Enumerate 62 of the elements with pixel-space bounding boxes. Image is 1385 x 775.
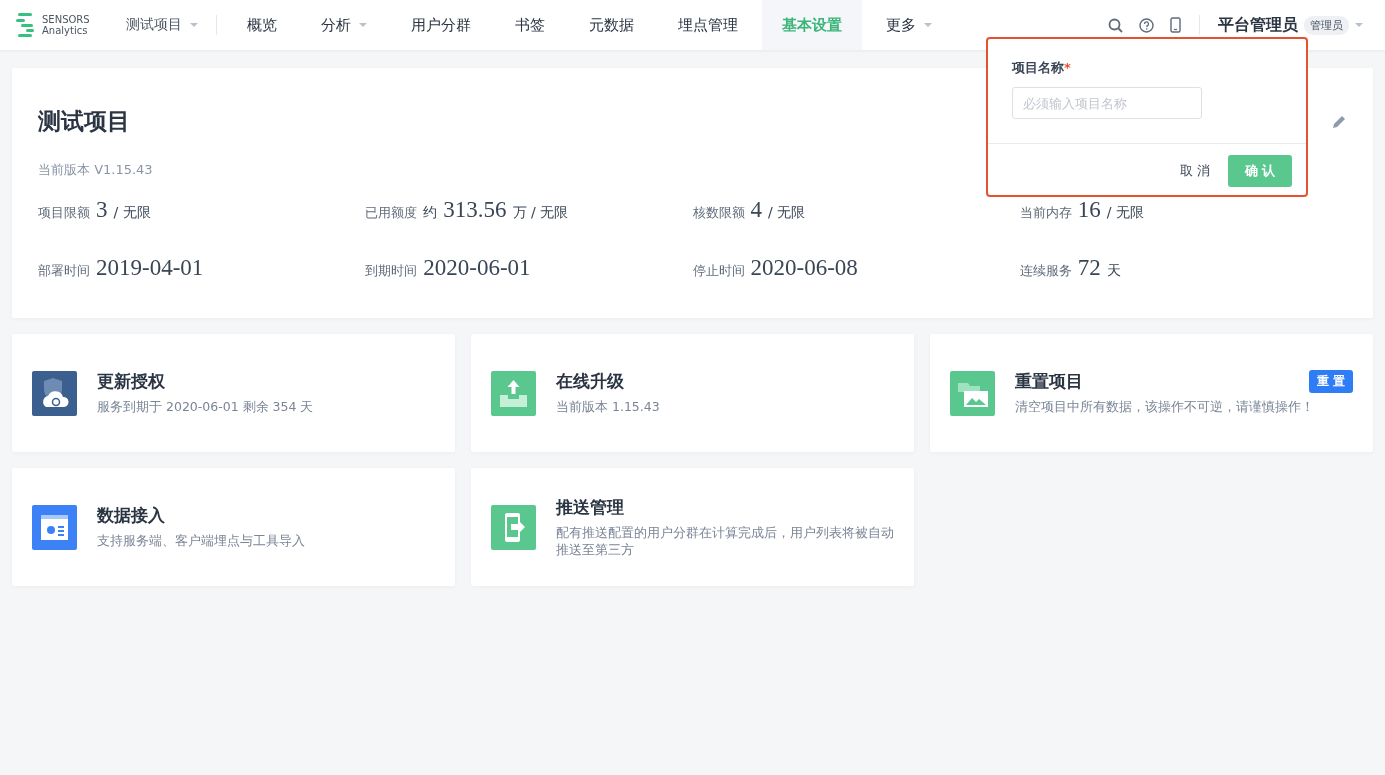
nav-tab[interactable]: 埋点管理 bbox=[658, 0, 758, 50]
stat-label: 部署时间 bbox=[38, 262, 90, 280]
upload-tray-icon bbox=[491, 370, 536, 416]
feature-title: 更新授权 bbox=[97, 370, 165, 394]
stat-label: 停止时间 bbox=[692, 262, 745, 280]
stat-label: 到期时间 bbox=[365, 262, 418, 280]
stat-suffix: 万 / 无限 bbox=[512, 204, 569, 222]
stat-suffix: / 无限 bbox=[1106, 204, 1144, 222]
browser-gear-icon bbox=[32, 504, 77, 550]
stat-prefix: 约 bbox=[423, 204, 438, 222]
feature-title: 数据接入 bbox=[97, 504, 165, 528]
stat-value: 16 bbox=[1077, 197, 1101, 223]
cancel-button[interactable]: 取 消 bbox=[1173, 156, 1216, 186]
stat-suffix: / 无限 bbox=[113, 204, 151, 222]
feature-description: 支持服务端、客户端埋点与工具导入 bbox=[97, 533, 306, 550]
stat-label: 项目限额 bbox=[38, 204, 90, 222]
nav-tab[interactable]: 书签 bbox=[495, 0, 565, 50]
logo-icon bbox=[16, 12, 36, 38]
feature-description: 清空项目中所有数据，该操作不可逆，请谨慎操作！ bbox=[1015, 399, 1315, 416]
logo-text: SENSORS Analytics bbox=[42, 14, 90, 36]
nav-tab[interactable]: 更多 bbox=[866, 0, 952, 50]
nav-tab[interactable]: 分析 bbox=[301, 0, 387, 50]
stat-label: 核数限额 bbox=[692, 204, 745, 222]
reset-button[interactable]: 重 置 bbox=[1308, 370, 1353, 394]
shield-cloud-icon bbox=[32, 370, 77, 416]
stat-value: 2019-04-01 bbox=[96, 255, 204, 281]
stat-value: 313.56 bbox=[443, 197, 507, 223]
feature-card[interactable]: 推送管理 配有推送配置的用户分群在计算完成后，用户列表将被自动推送至第三方 bbox=[471, 468, 914, 586]
feature-description: 配有推送配置的用户分群在计算完成后，用户列表将被自动推送至第三方 bbox=[556, 524, 894, 559]
search-icon[interactable] bbox=[1108, 17, 1123, 33]
stat-label: 当前内存 bbox=[1019, 204, 1072, 222]
nav-tab[interactable]: 用户分群 bbox=[391, 0, 491, 50]
feature-card[interactable]: 在线升级 当前版本 1.15.43 bbox=[471, 334, 914, 452]
nav-tab[interactable]: 元数据 bbox=[569, 0, 654, 50]
feature-description: 服务到期于 2020-06-01 剩余 354 天 bbox=[97, 399, 315, 416]
stat-value: 2020-06-08 bbox=[750, 255, 858, 281]
user-menu[interactable]: 平台管理员 管理员 bbox=[1200, 13, 1369, 37]
help-icon[interactable] bbox=[1139, 17, 1154, 33]
nav-tab[interactable]: 概览 bbox=[227, 0, 297, 50]
stat-value: 2020-06-01 bbox=[423, 255, 531, 281]
edit-icon[interactable] bbox=[1331, 113, 1347, 130]
feature-title: 重置项目 bbox=[1015, 370, 1083, 394]
field-label: 项目名称* bbox=[1012, 59, 1072, 77]
stat-value: 3 bbox=[96, 197, 108, 223]
stat-value: 72 bbox=[1077, 255, 1101, 281]
project-title: 测试项目 bbox=[38, 107, 130, 136]
feature-card[interactable]: 更新授权 服务到期于 2020-06-01 剩余 354 天 bbox=[12, 334, 455, 452]
mobile-icon[interactable] bbox=[1170, 17, 1181, 33]
feature-card[interactable]: 数据接入 支持服务端、客户端埋点与工具导入 bbox=[12, 468, 455, 586]
feature-card[interactable]: 重置项目 重 置 清空项目中所有数据，该操作不可逆，请谨慎操作！ bbox=[930, 334, 1373, 452]
feature-description: 当前版本 1.15.43 bbox=[556, 399, 661, 416]
stat-suffix: 天 bbox=[1106, 262, 1121, 280]
project-selector[interactable]: 测试项目 bbox=[126, 16, 216, 34]
stat-label: 连续服务 bbox=[1019, 262, 1072, 280]
stat-value: 4 bbox=[750, 197, 762, 223]
folder-image-icon bbox=[950, 370, 995, 416]
feature-title: 在线升级 bbox=[556, 370, 624, 394]
project-name-input[interactable]: 必须输入项目名称 bbox=[1012, 87, 1202, 119]
stat-label: 已用额度 bbox=[365, 204, 418, 222]
version-text: 当前版本 V1.15.43 bbox=[38, 161, 153, 179]
stat-suffix: / 无限 bbox=[768, 204, 806, 222]
feature-title: 推送管理 bbox=[556, 495, 624, 519]
